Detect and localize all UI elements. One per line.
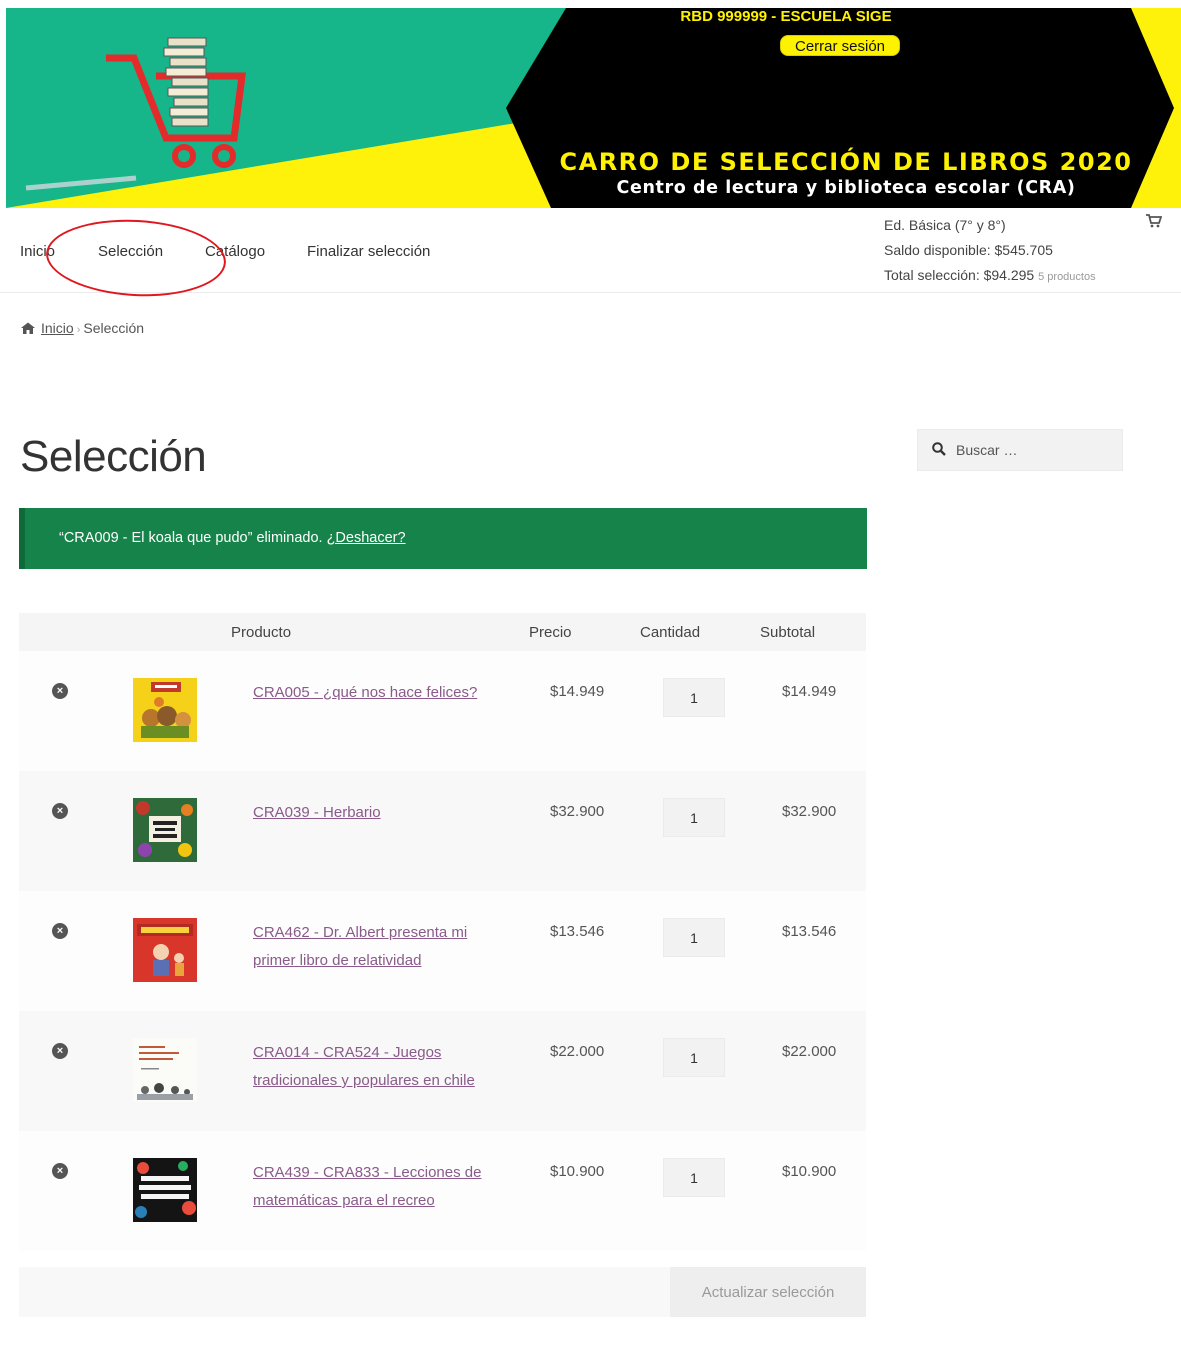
remove-item-icon[interactable]: × bbox=[52, 683, 68, 699]
notice-text: “CRA009 - El koala que pudo” eliminado. bbox=[59, 530, 323, 546]
table-row: × CRA439 - CRA833 - Lecciones de matemát… bbox=[19, 1131, 866, 1251]
product-link[interactable]: CRA039 - Herbario bbox=[253, 799, 513, 827]
search-input[interactable] bbox=[956, 430, 1116, 470]
book-cover-matematicas[interactable] bbox=[133, 1158, 197, 1222]
product-price: $13.546 bbox=[550, 923, 605, 940]
banner-title: CARRO DE SELECCIÓN DE LIBROS 2020 bbox=[559, 148, 1133, 176]
quantity-input[interactable] bbox=[663, 678, 725, 717]
header-subtotal: Subtotal bbox=[760, 624, 816, 641]
cart-actions: Actualizar selección bbox=[19, 1267, 866, 1317]
product-subtotal: $32.900 bbox=[782, 803, 837, 820]
product-subtotal: $14.949 bbox=[782, 683, 837, 700]
breadcrumb-home-link[interactable]: Inicio bbox=[41, 320, 74, 336]
product-subtotal: $22.000 bbox=[782, 1043, 837, 1060]
home-icon bbox=[21, 322, 35, 334]
table-header: Producto Precio Cantidad Subtotal bbox=[19, 613, 866, 651]
remove-item-icon[interactable]: × bbox=[52, 803, 68, 819]
cart-table: Producto Precio Cantidad Subtotal × CRA0… bbox=[19, 613, 866, 1251]
page-title: Selección bbox=[20, 432, 207, 481]
quantity-input[interactable] bbox=[663, 1038, 725, 1077]
product-subtotal: $10.900 bbox=[782, 1163, 837, 1180]
table-row: × CRA462 - Dr. Albert presenta mi primer… bbox=[19, 891, 866, 1011]
product-price: $14.949 bbox=[550, 683, 605, 700]
table-row: × CRA039 - Herbario $32.900 $32.900 bbox=[19, 771, 866, 891]
table-row: × CRA005 - ¿qué nos hace felices? $14.94… bbox=[19, 651, 866, 771]
logout-button[interactable]: Cerrar sesión bbox=[780, 35, 900, 56]
update-selection-button[interactable]: Actualizar selección bbox=[670, 1267, 866, 1317]
product-price: $32.900 bbox=[550, 803, 605, 820]
remove-item-icon[interactable]: × bbox=[52, 1043, 68, 1059]
school-name: RBD 999999 - ESCUELA SIGE bbox=[680, 8, 892, 25]
product-link[interactable]: CRA462 - Dr. Albert presenta mi primer l… bbox=[253, 919, 513, 975]
header-price: Precio bbox=[529, 624, 572, 641]
book-cover-felices[interactable] bbox=[133, 678, 197, 742]
header-banner: RBD 999999 - ESCUELA SIGE Cerrar sesión … bbox=[6, 8, 1181, 208]
shopping-cart-icon[interactable] bbox=[1146, 214, 1162, 228]
cart-summary[interactable]: Ed. Básica (7° y 8°) Saldo disponible: $… bbox=[884, 213, 1096, 290]
quantity-input[interactable] bbox=[663, 798, 725, 837]
breadcrumb-current: Selección bbox=[83, 320, 145, 336]
header-quantity: Cantidad bbox=[640, 624, 701, 641]
quantity-input[interactable] bbox=[663, 918, 725, 957]
product-link[interactable]: CRA014 - CRA524 - Juegos tradicionales y… bbox=[253, 1039, 513, 1095]
cart-balance: Saldo disponible: $545.705 bbox=[884, 242, 1053, 258]
product-price: $22.000 bbox=[550, 1043, 605, 1060]
book-cover-relatividad[interactable] bbox=[133, 918, 197, 982]
product-price: $10.900 bbox=[550, 1163, 605, 1180]
cart-total: Total selección: $94.295 bbox=[884, 267, 1035, 283]
book-cover-herbario[interactable] bbox=[133, 798, 197, 862]
book-cover-juegos[interactable] bbox=[133, 1038, 197, 1102]
breadcrumb-separator-icon: › bbox=[76, 324, 81, 336]
remove-item-icon[interactable]: × bbox=[52, 1163, 68, 1179]
product-link[interactable]: CRA005 - ¿qué nos hace felices? bbox=[253, 679, 513, 707]
undo-link[interactable]: ¿Deshacer? bbox=[327, 530, 406, 546]
cart-count: 5 productos bbox=[1038, 271, 1096, 283]
search-icon bbox=[932, 442, 946, 456]
banner-subtitle: Centro de lectura y biblioteca escolar (… bbox=[616, 178, 1076, 198]
product-link[interactable]: CRA439 - CRA833 - Lecciones de matemátic… bbox=[253, 1159, 513, 1215]
breadcrumb: Inicio › Selección bbox=[20, 320, 144, 336]
removal-notice: “CRA009 - El koala que pudo” eliminado. ¿… bbox=[19, 508, 867, 569]
product-subtotal: $13.546 bbox=[782, 923, 837, 940]
table-row: × CRA014 - CRA524 - Juegos tradicionales… bbox=[19, 1011, 866, 1131]
quantity-input[interactable] bbox=[663, 1158, 725, 1197]
remove-item-icon[interactable]: × bbox=[52, 923, 68, 939]
cart-level: Ed. Básica (7° y 8°) bbox=[884, 217, 1006, 233]
search-box[interactable] bbox=[917, 429, 1123, 471]
header-product: Producto bbox=[231, 624, 292, 641]
nav-item-finalizar[interactable]: Finalizar selección bbox=[307, 243, 430, 260]
